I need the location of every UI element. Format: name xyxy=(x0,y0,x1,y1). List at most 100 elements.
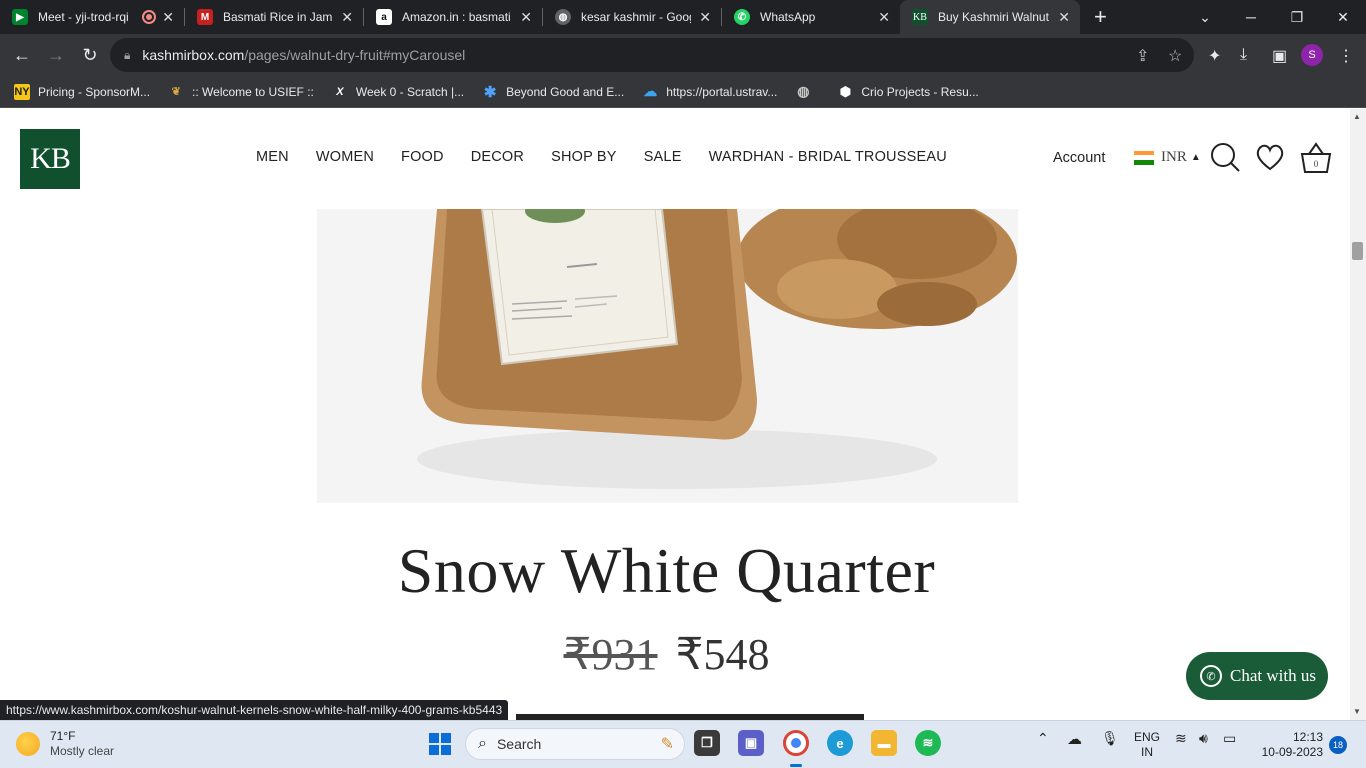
volume-icon[interactable]: 🔊︎ xyxy=(1199,730,1208,747)
search-icon: ⌕ xyxy=(478,735,487,752)
site-logo[interactable]: KB xyxy=(20,129,80,189)
tab-search-icon[interactable]: ⌄ xyxy=(1182,0,1228,34)
close-window-icon[interactable]: ✕ xyxy=(1320,0,1366,34)
microphone-icon[interactable]: 🎙︎ xyxy=(1101,730,1119,747)
forward-icon[interactable]: → xyxy=(40,39,72,71)
tab-google[interactable]: ◍ kesar kashmir - Googl ✕ xyxy=(543,0,721,34)
bookmark-item[interactable]: NY Pricing - SponsorM... xyxy=(14,83,150,100)
nav-men[interactable]: MEN xyxy=(256,149,289,165)
nav-women[interactable]: WOMEN xyxy=(316,149,374,165)
page-scrollbar[interactable] xyxy=(1350,109,1366,720)
spotify-icon[interactable]: ≋ xyxy=(915,730,941,756)
close-tab-icon[interactable]: ✕ xyxy=(878,9,890,26)
address-bar[interactable]: 🔒︎ kashmirbox.com/pages/walnut-dry-fruit… xyxy=(110,38,1194,72)
tab-basmati[interactable]: M Basmati Rice in Jammu ✕ xyxy=(185,0,363,34)
product-image[interactable] xyxy=(317,209,1018,503)
tab-whatsapp[interactable]: ✆ WhatsApp ✕ xyxy=(722,0,900,34)
menu-kebab-icon[interactable]: ⋮ xyxy=(1338,46,1354,66)
windows-start-icon[interactable] xyxy=(428,732,452,756)
scroll-thumb[interactable] xyxy=(1352,242,1363,260)
url-path: /pages/walnut-dry-fruit#myCarousel xyxy=(244,47,466,63)
globe-icon: ◍ xyxy=(797,83,810,99)
close-tab-icon[interactable]: ✕ xyxy=(699,9,711,26)
time: 12:13 xyxy=(1292,730,1323,744)
edge-icon[interactable]: e xyxy=(827,730,853,756)
nav-decor[interactable]: DECOR xyxy=(471,149,524,165)
chat-with-us-button[interactable]: ✆ Chat with us xyxy=(1186,652,1328,700)
profile-avatar[interactable]: S xyxy=(1301,44,1323,66)
account-link[interactable]: Account xyxy=(1053,150,1105,166)
restore-icon[interactable]: ❐ xyxy=(1274,0,1320,34)
close-tab-icon[interactable]: ✕ xyxy=(1058,9,1070,26)
close-tab-icon[interactable]: ✕ xyxy=(341,9,353,26)
close-tab-icon[interactable]: ✕ xyxy=(520,9,532,26)
crio-icon: ⬢ xyxy=(839,83,852,99)
tab-strip: ▶ Meet - yji-trod-rqi ✕ M Basmati Rice i… xyxy=(0,0,1366,34)
onedrive-cloud-icon[interactable]: ☁ xyxy=(1067,730,1082,748)
search-icon[interactable] xyxy=(1209,141,1241,173)
recording-icon xyxy=(144,12,155,22)
bookmark-item[interactable]: ⬢ Crio Projects - Resu... xyxy=(837,83,979,100)
taskbar-search[interactable]: ⌕ Search ✎ xyxy=(465,728,685,760)
notification-badge[interactable]: 18 xyxy=(1329,736,1347,754)
ny-icon: NY xyxy=(14,83,30,100)
wishlist-heart-icon[interactable] xyxy=(1254,141,1286,173)
cloud-icon: ☁ xyxy=(643,83,658,99)
file-explorer-icon[interactable]: ▬ xyxy=(871,730,897,756)
whatsapp-icon: ✆ xyxy=(734,9,750,25)
chat-label: Chat with us xyxy=(1230,666,1316,685)
globe-icon: ◍ xyxy=(555,9,571,25)
reload-icon[interactable]: ↻ xyxy=(74,39,106,71)
tab-amazon[interactable]: a Amazon.in : basmati ri ✕ xyxy=(364,0,542,34)
teams-chat-icon[interactable]: ▣ xyxy=(738,730,764,756)
tab-kashmirbox[interactable]: KB Buy Kashmiri Walnut O ✕ xyxy=(900,0,1080,34)
battery-icon[interactable]: ▭ xyxy=(1223,730,1236,747)
lock-icon: 🔒︎ xyxy=(124,47,131,62)
m-icon: M xyxy=(197,9,213,25)
chrome-icon[interactable] xyxy=(783,730,809,756)
url-host: kashmirbox.com xyxy=(142,47,245,63)
tab-title: Amazon.in : basmati ri xyxy=(402,10,513,24)
extensions-icon[interactable]: ✦ xyxy=(1208,46,1221,66)
close-tab-icon[interactable]: ✕ xyxy=(162,9,174,26)
tab-meet[interactable]: ▶ Meet - yji-trod-rqi ✕ xyxy=(0,0,184,34)
bookmark-item[interactable]: X Week 0 - Scratch |... xyxy=(332,84,464,100)
site-header: KB MEN WOMEN FOOD DECOR SHOP BY SALE WAR… xyxy=(0,109,1350,209)
bookmark-item[interactable]: ◍ xyxy=(795,83,819,100)
clock[interactable]: 12:13 10-09-2023 xyxy=(1262,730,1323,760)
back-icon[interactable]: ← xyxy=(6,39,38,71)
nav-sale[interactable]: SALE xyxy=(644,149,682,165)
product-title[interactable]: Snow White Quarter xyxy=(0,534,1333,608)
wifi-icon[interactable]: ≋ xyxy=(1175,730,1187,747)
bookmark-item[interactable]: ✱ Beyond Good and E... xyxy=(482,84,624,101)
show-hidden-icons-icon[interactable]: ⌃ xyxy=(1037,730,1049,747)
bookmark-item[interactable]: ❦:: Welcome to USIEF :: xyxy=(168,84,313,100)
nav-wardhan[interactable]: WARDHAN - BRIDAL TROUSSEAU xyxy=(709,149,947,165)
scroll-up-icon[interactable]: ▲ xyxy=(1353,112,1361,121)
date: 10-09-2023 xyxy=(1261,745,1323,759)
currency-selector[interactable]: INR ▲ xyxy=(1134,149,1201,166)
side-panel-icon[interactable]: ▣ xyxy=(1272,46,1287,66)
new-tab-button[interactable]: + xyxy=(1094,4,1107,30)
bookmark-item[interactable]: ☁ https://portal.ustrav... xyxy=(642,83,777,100)
language-indicator[interactable]: ENG IN xyxy=(1134,730,1160,760)
nav-food[interactable]: FOOD xyxy=(401,149,444,165)
cart-basket-icon[interactable]: 0 xyxy=(1299,141,1333,175)
whatsapp-icon: ✆ xyxy=(1200,665,1222,687)
scroll-down-icon[interactable]: ▼ xyxy=(1353,707,1361,716)
nav-shop-by[interactable]: SHOP BY xyxy=(551,149,617,165)
task-view-icon[interactable]: ❐ xyxy=(694,730,720,756)
search-highlight-icon: ✎ xyxy=(660,736,674,753)
weather-sun-icon xyxy=(16,732,40,756)
currency-code: INR xyxy=(1161,149,1187,165)
bookmark-star-icon[interactable]: ☆ xyxy=(1168,46,1182,66)
original-price: ₹931 xyxy=(563,630,658,679)
kb-icon: KB xyxy=(912,9,928,25)
weather-widget[interactable]: 71°F Mostly clear xyxy=(16,729,114,759)
minimize-icon[interactable]: ─ xyxy=(1228,0,1274,34)
active-app-indicator xyxy=(790,764,802,767)
cart-count: 0 xyxy=(1314,159,1319,169)
product-prices: ₹931 ₹548 xyxy=(0,629,1333,680)
share-icon[interactable]: ⇪ xyxy=(1136,46,1149,66)
download-icon[interactable]: ⤓ xyxy=(1240,46,1247,64)
